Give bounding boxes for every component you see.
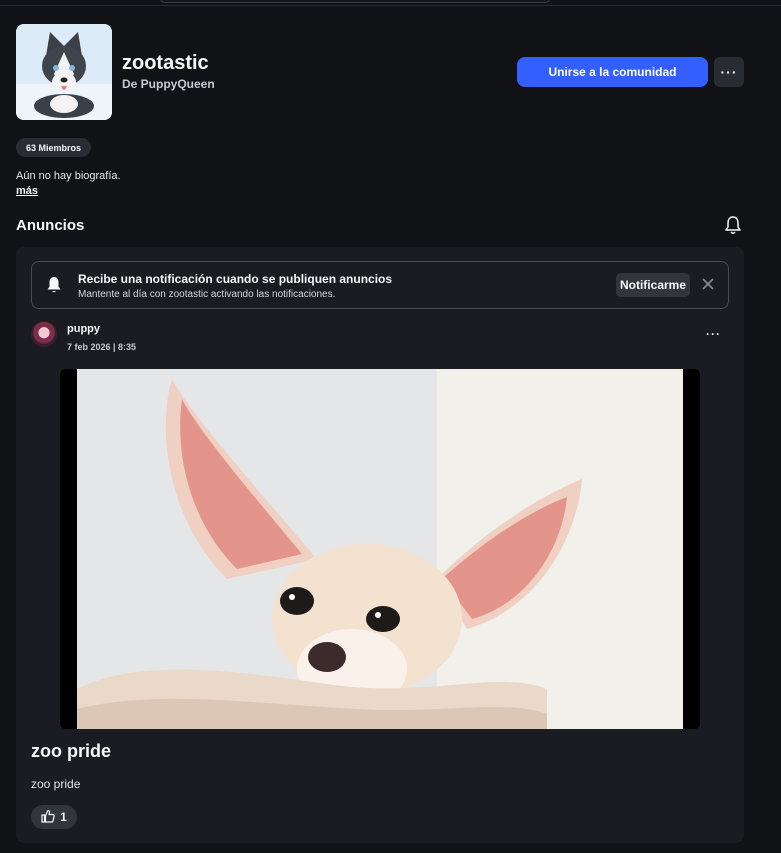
close-icon[interactable]: [701, 277, 715, 291]
more-options-button[interactable]: ···: [714, 57, 744, 87]
more-link[interactable]: más: [16, 185, 38, 197]
announcement-card: Recibe una notificación cuando se publiq…: [16, 247, 744, 843]
post-author[interactable]: puppy: [67, 323, 100, 335]
members-badge: 63 Miembros: [16, 138, 92, 157]
post-body: zoo pride: [31, 777, 81, 791]
notification-title: Recibe una notificación cuando se publiq…: [78, 272, 393, 286]
notification-subtitle: Mantente al día con zootastic activando …: [78, 289, 336, 300]
like-button[interactable]: 1: [31, 805, 77, 829]
join-community-button[interactable]: Unirse a la comunidad: [517, 57, 708, 87]
community-header: zootastic De PuppyQueen Unirse a la comu…: [16, 24, 744, 120]
top-bar: [0, 0, 781, 6]
notify-me-button[interactable]: Notificarme: [616, 273, 690, 297]
bell-icon[interactable]: [724, 215, 742, 235]
community-owner[interactable]: De PuppyQueen: [122, 77, 215, 91]
more-icon: ···: [720, 64, 738, 80]
user-avatar[interactable]: [31, 321, 57, 347]
community-avatar: [16, 24, 112, 120]
search-bar[interactable]: [160, 0, 550, 3]
post-title: zoo pride: [31, 741, 111, 761]
notification-banner: Recibe una notificación cuando se publiq…: [31, 261, 729, 309]
announcements-title: Anuncios: [16, 217, 85, 234]
community-bio: Aún no hay biografía.: [16, 170, 121, 182]
post-more-icon[interactable]: ···: [706, 327, 721, 341]
bell-icon: [46, 276, 62, 294]
post-image[interactable]: [60, 369, 700, 729]
post-timestamp: 7 feb 2026 | 8:35: [67, 342, 137, 352]
thumbs-up-icon: [41, 809, 55, 826]
community-title: zootastic: [122, 52, 209, 74]
like-count: 1: [60, 810, 67, 824]
